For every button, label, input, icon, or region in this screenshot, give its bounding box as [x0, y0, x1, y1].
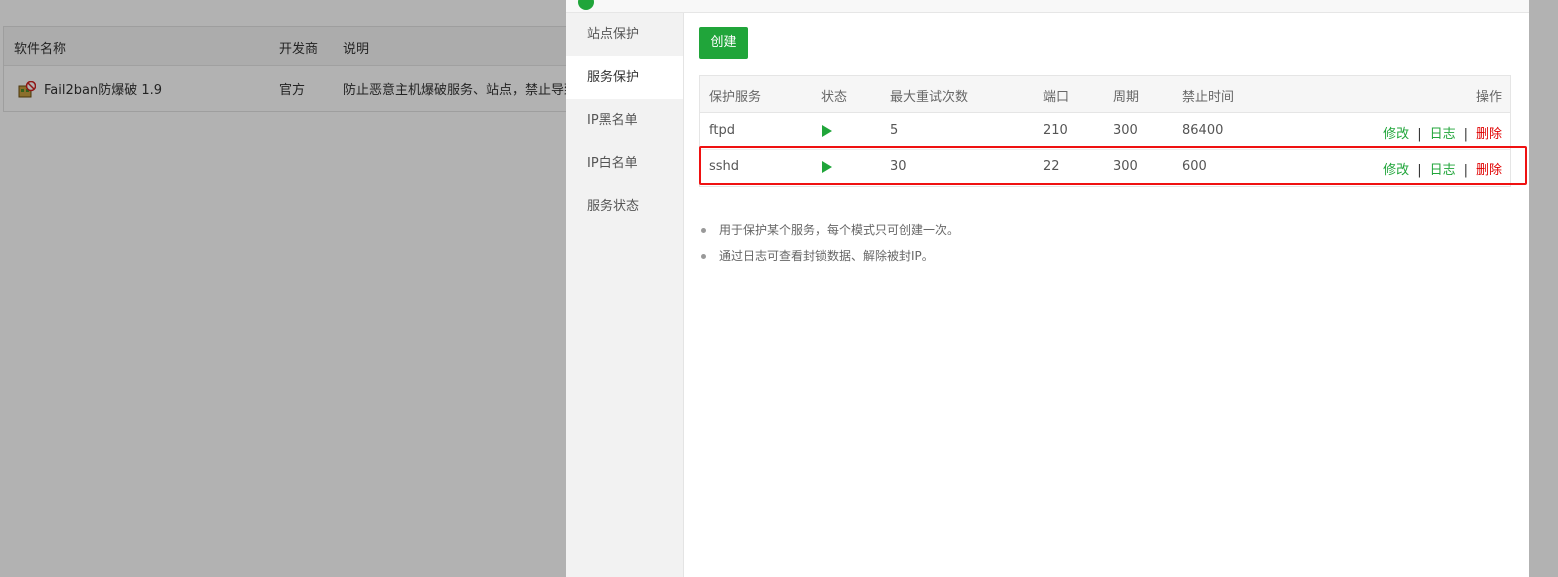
- help-tips: 用于保护某个服务，每个模式只可创建一次。 通过日志可查看封锁数据、解除被封IP。: [699, 217, 959, 269]
- service-protection-table: 保护服务 状态 最大重试次数 端口 周期 禁止时间 操作 ftpd 5 210 …: [699, 75, 1511, 187]
- ban-time-value: 86400: [1182, 123, 1224, 138]
- header-actions: 操作: [1475, 90, 1502, 105]
- ban-time-value: 600: [1182, 159, 1207, 174]
- play-icon[interactable]: [822, 161, 832, 173]
- row-actions: 修改 | 日志 | 删除: [1383, 123, 1502, 142]
- log-link[interactable]: 日志: [1430, 163, 1456, 178]
- modal-sidebar: 站点保护 服务保护 IP黑名单 IP白名单 服务状态: [566, 13, 684, 577]
- row-actions: 修改 | 日志 | 删除: [1383, 159, 1502, 178]
- action-separator: |: [1463, 163, 1468, 178]
- modal-content: 创建 保护服务 状态 最大重试次数 端口 周期 禁止时间 操作 ftpd 5 2…: [684, 13, 1529, 577]
- action-separator: |: [1463, 127, 1468, 142]
- sidebar-item-site-protection[interactable]: 站点保护: [566, 13, 683, 56]
- sidebar-item-ip-whitelist[interactable]: IP白名单: [566, 142, 683, 185]
- port-value: 22: [1043, 159, 1060, 174]
- tip-item: 用于保护某个服务，每个模式只可创建一次。: [699, 217, 959, 243]
- delete-link[interactable]: 删除: [1476, 127, 1502, 142]
- max-retry-value: 30: [890, 159, 907, 174]
- action-separator: |: [1417, 127, 1422, 142]
- header-ban-time: 禁止时间: [1182, 90, 1235, 105]
- edit-link[interactable]: 修改: [1383, 163, 1409, 178]
- modal-logo-icon: [578, 0, 594, 10]
- sidebar-item-service-status[interactable]: 服务状态: [566, 185, 683, 228]
- fail2ban-modal: 站点保护 服务保护 IP黑名单 IP白名单 服务状态 创建 保护服务 状态 最大…: [566, 0, 1529, 577]
- sidebar-item-ip-blacklist[interactable]: IP黑名单: [566, 99, 683, 142]
- period-value: 300: [1113, 159, 1138, 174]
- table-row: ftpd 5 210 300 86400 修改 | 日志 | 删除: [700, 113, 1510, 150]
- create-button[interactable]: 创建: [699, 27, 748, 59]
- table-row: sshd 30 22 300 600 修改 | 日志 | 删除: [700, 149, 1510, 185]
- header-max-retry: 最大重试次数: [890, 90, 969, 105]
- port-value: 210: [1043, 123, 1068, 138]
- action-separator: |: [1417, 163, 1422, 178]
- service-name: ftpd: [709, 123, 735, 138]
- header-service: 保护服务: [709, 90, 762, 105]
- log-link[interactable]: 日志: [1430, 127, 1456, 142]
- period-value: 300: [1113, 123, 1138, 138]
- tip-item: 通过日志可查看封锁数据、解除被封IP。: [699, 243, 959, 269]
- sidebar-item-service-protection[interactable]: 服务保护: [566, 56, 683, 99]
- header-status: 状态: [821, 90, 848, 105]
- service-name: sshd: [709, 159, 740, 174]
- delete-link[interactable]: 删除: [1476, 163, 1502, 178]
- edit-link[interactable]: 修改: [1383, 127, 1409, 142]
- table-header: 保护服务 状态 最大重试次数 端口 周期 禁止时间 操作: [700, 76, 1510, 113]
- header-port: 端口: [1043, 90, 1070, 105]
- max-retry-value: 5: [890, 123, 899, 138]
- modal-titlebar: [566, 0, 1529, 13]
- play-icon[interactable]: [822, 125, 832, 137]
- header-period: 周期: [1113, 90, 1140, 105]
